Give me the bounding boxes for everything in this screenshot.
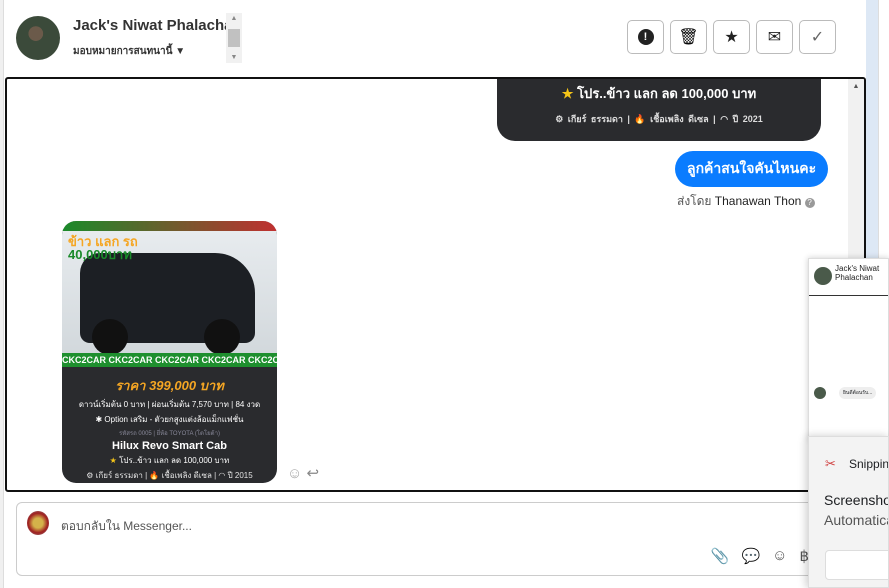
ad-amount: 40,000บาท (68, 247, 132, 262)
toast-title: Screenshot copied (824, 492, 889, 508)
mini-message: ยินดีต้อนรับ... (839, 387, 877, 399)
incoming-image-card[interactable]: ข้าว แลก รถ 40,000บาท CKC2CAR CKC2CAR CKC… (62, 221, 277, 483)
outgoing-message: ลูกค้าสนใจคันไหนคะ (675, 151, 829, 187)
sent-by: ส่งโดย Thanawan Thon ? (677, 192, 815, 211)
caret-down-icon: ▼ (175, 46, 186, 57)
mark-done-button[interactable]: ✓ (799, 20, 836, 54)
mini-screenshot-preview: Jack's Niwat Phalachan ยินดีต้อนรับ... (808, 258, 889, 440)
left-edge (0, 0, 4, 588)
delete-button[interactable]: 🗑 (670, 20, 707, 54)
star-icon: ★ (724, 29, 739, 46)
option: ✱ Option เสริม - ตัวยกสูงแต่งล้อแม็กแฟชั… (95, 415, 244, 424)
car-photo: ข้าว แลก รถ 40,000บาท CKC2CAR CKC2CAR CKC… (62, 221, 277, 367)
reply-icon[interactable]: ↩ (307, 465, 320, 482)
contact-avatar (16, 16, 60, 60)
mark-unread-button[interactable]: ✉ (756, 20, 793, 54)
paperclip-icon[interactable]: 📎 (711, 547, 730, 565)
spec-text: ⚙ เกียร์ ธรรมดา | 🔥 เชื้อเพลิง ดีเซล | ◠… (555, 114, 763, 124)
help-icon[interactable]: ? (804, 198, 815, 208)
toast-app-name: Snipping Tool (849, 457, 889, 471)
spec: ⚙ เกียร์ ธรรมดา | 🔥 เชื้อเพลิง ดีเซล | ◠… (86, 471, 253, 480)
reply-input[interactable]: ตอบกลับใน Messenger... (61, 517, 192, 536)
conversation-panel: ★ โปร..ข้าว แลก ลด 100,000 บาท ⚙ เกียร์ … (5, 77, 866, 492)
promo-text: โปร..ข้าว แลก ลด 100,000 บาท (577, 86, 757, 101)
message-actions: ☺ ↩ (287, 464, 319, 482)
header-scrollbar[interactable]: ▲ ▼ (226, 13, 242, 63)
star-button[interactable]: ★ (713, 20, 750, 54)
envelope-icon: ✉ (767, 29, 782, 46)
alert-icon: ! (637, 29, 654, 45)
ad-banner: CKC2CAR CKC2CAR CKC2CAR CKC2CAR CKC2CAR (62, 353, 277, 367)
emoji-icon[interactable]: ☺ (772, 547, 787, 565)
meta: รหัสรถ 0005 | ยี่ห้อ TOYOTA (โตโยต้า) (119, 431, 220, 437)
sent-by-prefix: ส่งโดย (677, 194, 712, 208)
trash-icon: 🗑 (678, 29, 699, 46)
reply-composer[interactable]: ตอบกลับใน Messenger... 📎 💬 ☺ ฿ (16, 502, 816, 576)
price: ราคา 399,000 บาท (115, 378, 224, 393)
snipping-tool-icon: ✂ (825, 456, 836, 471)
assign-conversation-dropdown[interactable]: มอบหมายการสนทนานี้ ▼ (73, 44, 185, 59)
spam-button[interactable]: ! (627, 20, 664, 54)
model: Hilux Revo Smart Cab (112, 440, 227, 452)
mini-name: Jack's Niwat Phalachan (835, 264, 880, 282)
toast-subtitle: Automatically saved (824, 512, 888, 528)
star-icon: ★ (109, 456, 117, 465)
toast-action-button[interactable] (825, 550, 888, 580)
star-icon: ★ (561, 86, 574, 101)
assign-label: มอบหมายการสนทนานี้ (73, 46, 173, 57)
promo: โปร..ข้าว แลก ลด 100,000 บาท (119, 456, 230, 465)
contact-name: Jack's Niwat Phalachan (73, 17, 242, 34)
sent-by-name: Thanawan Thon (714, 194, 802, 208)
terms: ดาวน์เริ่มต้น 0 บาท | ผ่อนเริ่มต้น 7,570… (78, 400, 261, 409)
snipping-tool-notification[interactable]: ✂ Snipping Tool Screenshot copied Automa… (808, 436, 889, 588)
emoji-react-icon[interactable]: ☺ (287, 465, 302, 482)
check-icon: ✓ (810, 29, 825, 46)
saved-reply-icon[interactable]: 💬 (741, 547, 760, 565)
product-card-top[interactable]: ★ โปร..ข้าว แลก ลด 100,000 บาท ⚙ เกียร์ … (497, 79, 821, 141)
page-avatar (27, 511, 49, 535)
